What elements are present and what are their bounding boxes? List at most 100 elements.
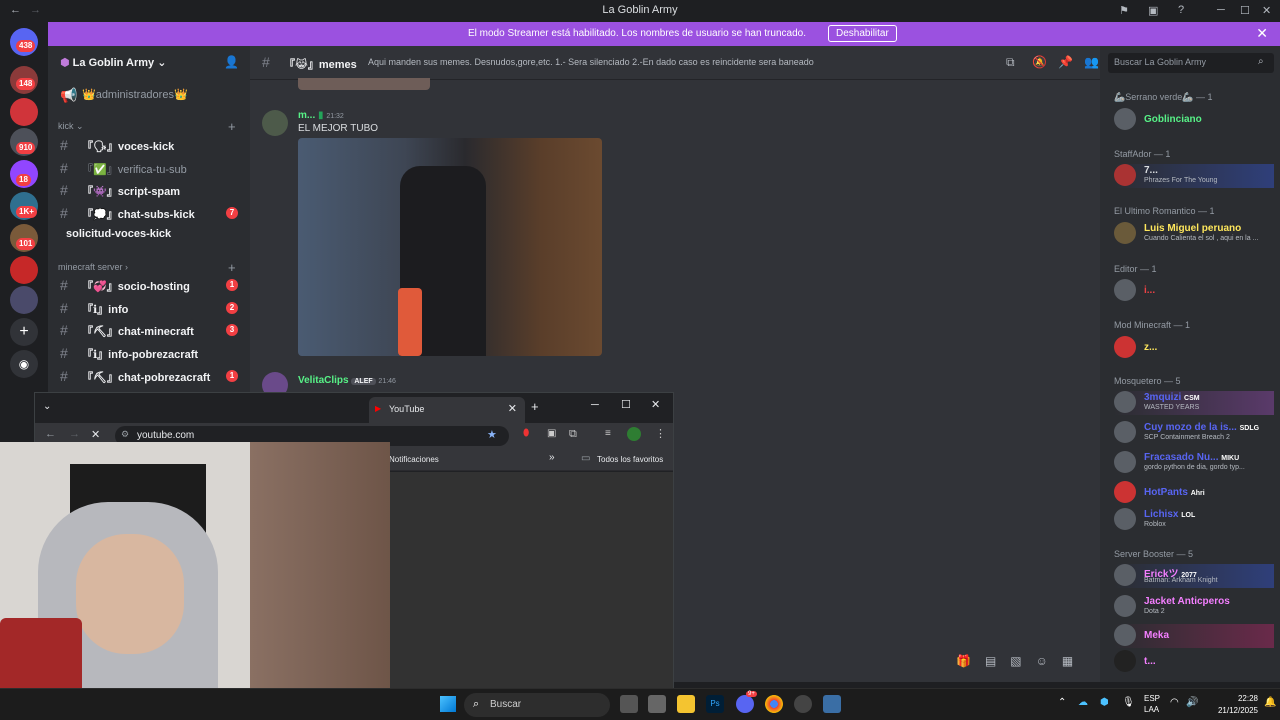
add-channel-icon[interactable]: + <box>228 119 236 134</box>
message-author[interactable]: m... ▮ 21:32 <box>298 110 344 121</box>
tray-icon[interactable]: ☁ <box>1078 697 1088 708</box>
app-icon[interactable] <box>648 695 666 713</box>
site-info-icon[interactable]: ⚙ <box>121 429 129 440</box>
all-bookmarks-folder[interactable]: Todos los favoritos <box>597 455 663 464</box>
task-view-icon[interactable] <box>620 695 638 713</box>
bookmark-star-icon[interactable]: ★ <box>487 428 497 441</box>
channel-topic[interactable]: Aqui manden sus memes. Desnudos,gore,etc… <box>368 57 814 67</box>
threads-icon[interactable]: ⧉ <box>1006 55 1015 70</box>
help-icon[interactable]: ? <box>1178 4 1184 16</box>
member-item[interactable]: Lichisx LOL Roblox <box>1114 508 1274 532</box>
clock[interactable]: 22:28 21/12/2025 <box>1218 693 1258 717</box>
media-controls-icon[interactable]: ≡ <box>605 428 611 439</box>
chevron-double-right-icon[interactable]: » <box>549 452 555 463</box>
member-item[interactable]: Meka <box>1114 624 1274 648</box>
channel-item[interactable]: solicitud-voces-kick <box>58 224 242 246</box>
menu-kebab-icon[interactable]: ⋮ <box>655 427 666 440</box>
extension-icon[interactable]: ⬮ <box>523 428 529 439</box>
file-explorer-icon[interactable] <box>677 695 695 713</box>
close-window-icon[interactable]: ✕ <box>651 398 660 411</box>
new-tab-icon[interactable]: + <box>531 399 539 414</box>
chrome-icon[interactable] <box>765 695 783 713</box>
channel-item[interactable]: # 『⛏』chat-pobrezacraft 1 <box>58 365 242 387</box>
channel-item[interactable]: # 『ℹ』info 2 <box>58 297 242 319</box>
member-item[interactable]: Erickツ 2077 Batman: Arkham Knight <box>1114 564 1274 588</box>
channel-item[interactable]: # 『ℹ』info-pobrezacraft <box>58 342 242 364</box>
microphone-icon[interactable]: 🎙 <box>1122 697 1135 708</box>
member-item[interactable]: z... <box>1114 336 1274 360</box>
server-icon[interactable] <box>10 256 38 284</box>
mute-bell-icon[interactable]: 🔕 <box>1032 55 1047 69</box>
image-attachment[interactable] <box>298 138 602 356</box>
maximize-icon[interactable]: ☐ <box>621 398 631 411</box>
member-item[interactable]: Cuy mozo de la is... SDLG SCP Containment… <box>1114 421 1274 445</box>
gif-icon[interactable]: ▤ <box>985 654 1010 668</box>
channel-item[interactable]: # 『✅』verifica-tu-sub <box>58 157 242 179</box>
member-item[interactable]: Jacket Anticperos Dota 2 <box>1114 595 1274 619</box>
channel-item[interactable]: # 『💭』chat-subs-kick 7 <box>58 202 242 224</box>
extensions-puzzle-icon[interactable]: ⧉ <box>569 428 577 441</box>
member-item[interactable]: Goblinciano <box>1114 108 1274 132</box>
volume-icon[interactable]: 🔊 <box>1186 697 1198 708</box>
emoji-icon[interactable]: ☺ <box>1036 654 1062 668</box>
wifi-icon[interactable]: ◠ <box>1170 697 1179 708</box>
add-channel-icon[interactable]: + <box>228 260 236 275</box>
category-kick[interactable]: kick ⌄ + <box>58 119 236 134</box>
stop-loading-icon[interactable]: ✕ <box>91 428 100 441</box>
forward-icon[interactable]: → <box>69 428 80 440</box>
avatar[interactable] <box>262 110 288 136</box>
screen-icon[interactable]: ▣ <box>1148 4 1158 17</box>
bookmark-item[interactable]: Notificaciones <box>389 455 439 464</box>
server-name-header[interactable]: ⬢ La Goblin Army ⌄ <box>60 56 166 69</box>
inbox-flag-icon[interactable]: ⚑ <box>1119 4 1129 17</box>
tab-search-icon[interactable]: ⌄ <box>43 401 51 412</box>
discord-icon[interactable] <box>736 695 754 713</box>
member-list-icon[interactable]: 👥 <box>1084 55 1099 69</box>
channel-item[interactable]: 📢 👑administradores👑 <box>58 84 242 106</box>
discover-icon[interactable]: ◉ <box>10 350 38 378</box>
member-item[interactable]: HotPants Ahri <box>1114 481 1274 505</box>
tab-youtube[interactable]: ▶ YouTube ✕ <box>369 397 525 423</box>
invite-people-icon[interactable]: 👤 <box>224 55 239 69</box>
close-window-icon[interactable]: ✕ <box>1262 4 1271 17</box>
add-server-icon[interactable]: + <box>10 318 38 346</box>
member-item[interactable]: 7... Phrazes For The Young <box>1114 164 1274 188</box>
search-input[interactable]: Buscar La Goblin Army <box>1108 53 1274 73</box>
server-icon[interactable] <box>10 98 38 126</box>
member-item[interactable]: 3mquizi CSM WASTED YEARS <box>1114 391 1274 415</box>
channel-item[interactable]: # 『🗣』voces-kick <box>58 134 242 156</box>
member-item[interactable]: i... <box>1114 279 1274 303</box>
close-icon[interactable]: ✕ <box>1256 25 1268 42</box>
maximize-icon[interactable]: ☐ <box>1240 4 1250 17</box>
gift-icon[interactable]: 🎁 <box>956 654 985 668</box>
notification-bell-icon[interactable]: 🔔 <box>1264 697 1276 708</box>
member-item[interactable]: Fracasado Nu... MIKU gordo python de dia,… <box>1114 451 1274 475</box>
taskbar-search[interactable]: ⌕ Buscar <box>464 693 610 717</box>
minimize-icon[interactable]: ─ <box>591 399 599 411</box>
profile-avatar-icon[interactable] <box>627 427 641 441</box>
disable-streamer-button[interactable]: Deshabilitar <box>828 25 897 42</box>
apps-icon[interactable]: ▦ <box>1062 654 1087 668</box>
channel-item[interactable]: # 『👾』script-spam <box>58 179 242 201</box>
server-icon[interactable] <box>10 286 38 314</box>
photoshop-icon[interactable]: Ps <box>706 695 724 713</box>
pin-icon[interactable]: 📌 <box>1058 55 1073 69</box>
language-indicator[interactable]: ESP LAA <box>1144 693 1160 715</box>
previous-image-attachment[interactable] <box>298 78 430 90</box>
minimize-icon[interactable]: ─ <box>1217 4 1225 16</box>
windows-start-icon[interactable] <box>440 696 456 712</box>
extension-icon[interactable]: ▣ <box>547 428 556 439</box>
settings-icon[interactable] <box>823 695 841 713</box>
message-author[interactable]: VelitaClips ALEF 21:46 <box>298 375 396 386</box>
close-tab-icon[interactable]: ✕ <box>508 402 517 415</box>
category-minecraft-server[interactable]: minecraft server › + <box>58 260 236 275</box>
member-item[interactable]: t... <box>1114 650 1274 674</box>
sticker-icon[interactable]: ▧ <box>1010 654 1035 668</box>
channel-item[interactable]: # 『⛏』chat-minecraft 3 <box>58 319 242 341</box>
channel-item[interactable]: # 『💞』socio-hosting 1 <box>58 274 242 296</box>
app-icon[interactable] <box>794 695 812 713</box>
tray-icon[interactable]: ⬢ <box>1100 697 1109 708</box>
back-icon[interactable]: ← <box>45 428 56 440</box>
chevron-up-icon[interactable]: ⌃ <box>1058 697 1066 708</box>
member-item[interactable]: Luis Miguel peruano Cuando Calienta el so… <box>1114 222 1274 246</box>
